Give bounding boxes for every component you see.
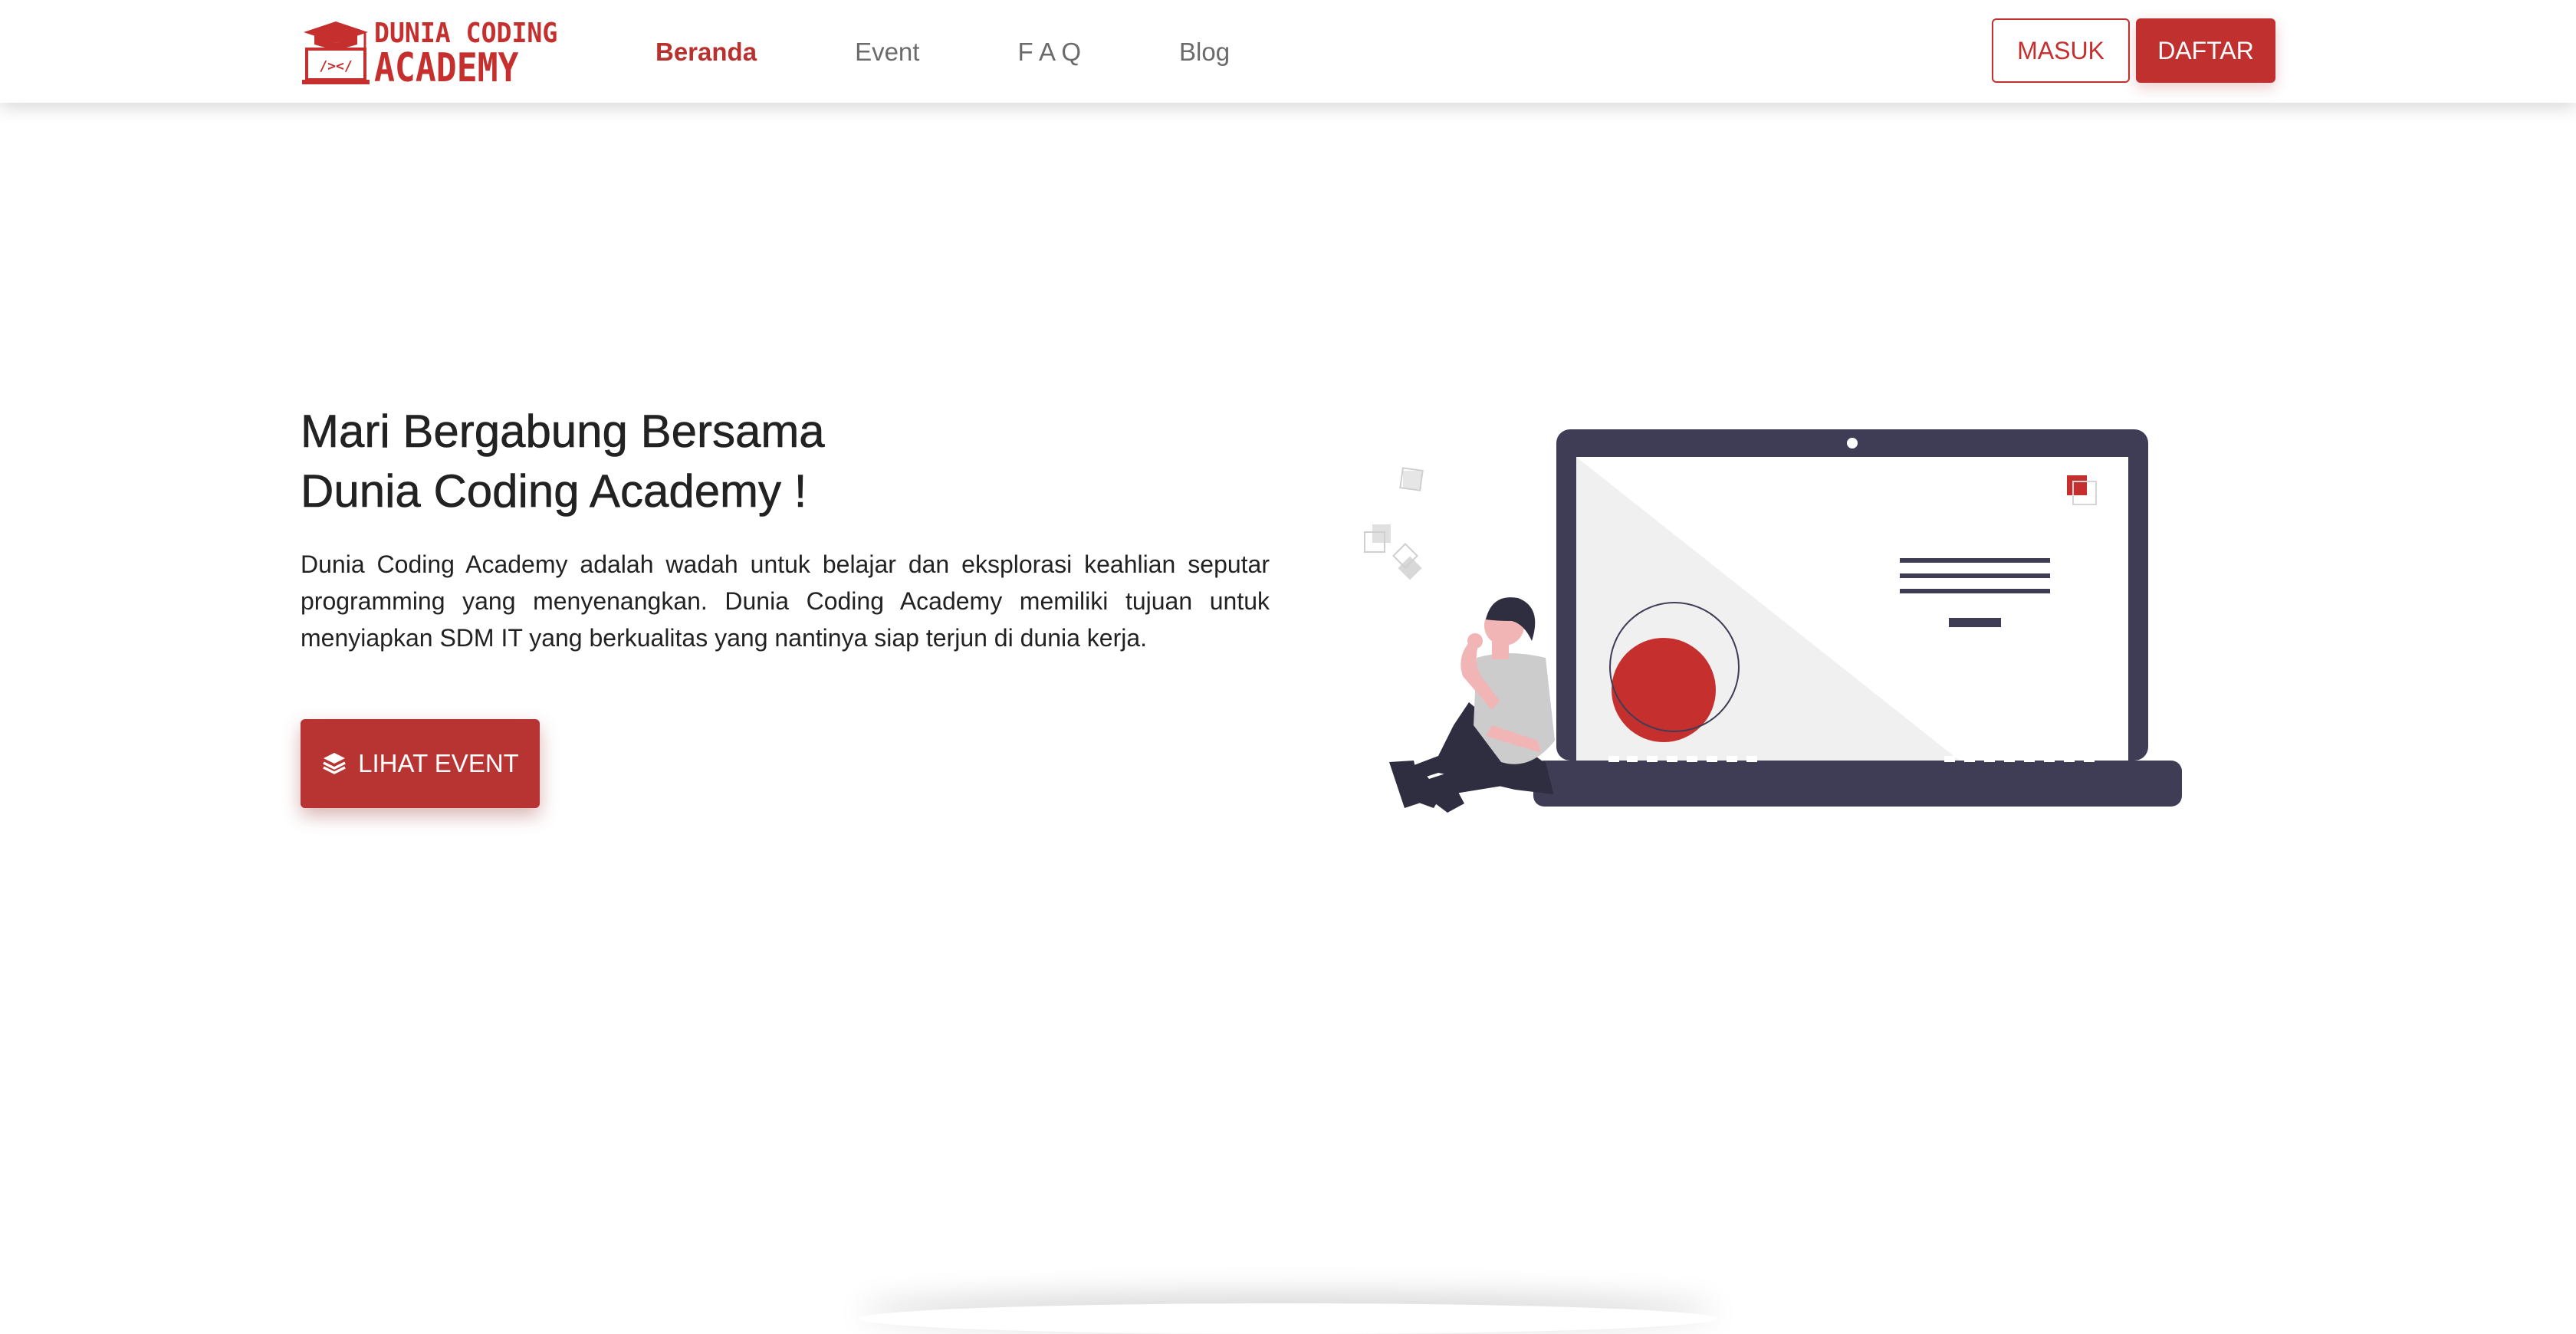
hero-title-line1: Mari Bergabung Bersama xyxy=(301,406,825,458)
view-event-button[interactable]: LIHAT EVENT xyxy=(301,719,540,808)
register-button[interactable]: DAFTAR xyxy=(2136,18,2275,83)
main-nav: Beranda Event F A Q Blog xyxy=(656,31,1328,74)
person-with-laptop-illustration xyxy=(1364,429,2182,813)
person-figure xyxy=(1389,597,1555,813)
svg-text:/></: /></ xyxy=(319,58,352,74)
academy-logo-icon: /></ xyxy=(302,21,370,84)
nav-item-event[interactable]: Event xyxy=(855,38,919,67)
view-event-label: LIHAT EVENT xyxy=(358,749,519,777)
brand-logo[interactable]: /></ DUNIA CODING ACADEMY xyxy=(301,17,558,91)
bottom-card-shadow xyxy=(859,1303,1717,1334)
hero-description: Dunia Coding Academy adalah wadah untuk … xyxy=(301,550,1270,652)
login-button[interactable]: MASUK xyxy=(1992,18,2130,83)
floating-squares-icon xyxy=(1364,467,1424,580)
brand-name-line1: DUNIA CODING xyxy=(374,18,558,49)
layers-icon xyxy=(323,753,346,774)
nav-item-beranda[interactable]: Beranda xyxy=(656,38,757,67)
hero-title: Mari Bergabung Bersama Dunia Coding Acad… xyxy=(301,402,1221,521)
nav-item-blog[interactable]: Blog xyxy=(1179,38,1230,67)
hero-title-line2: Dunia Coding Academy ! xyxy=(301,465,807,518)
nav-item-faq[interactable]: F A Q xyxy=(1017,38,1081,67)
top-navbar: /></ DUNIA CODING ACADEMY Beranda Event … xyxy=(0,0,2576,103)
brand-name-line2: ACADEMY xyxy=(374,45,519,91)
